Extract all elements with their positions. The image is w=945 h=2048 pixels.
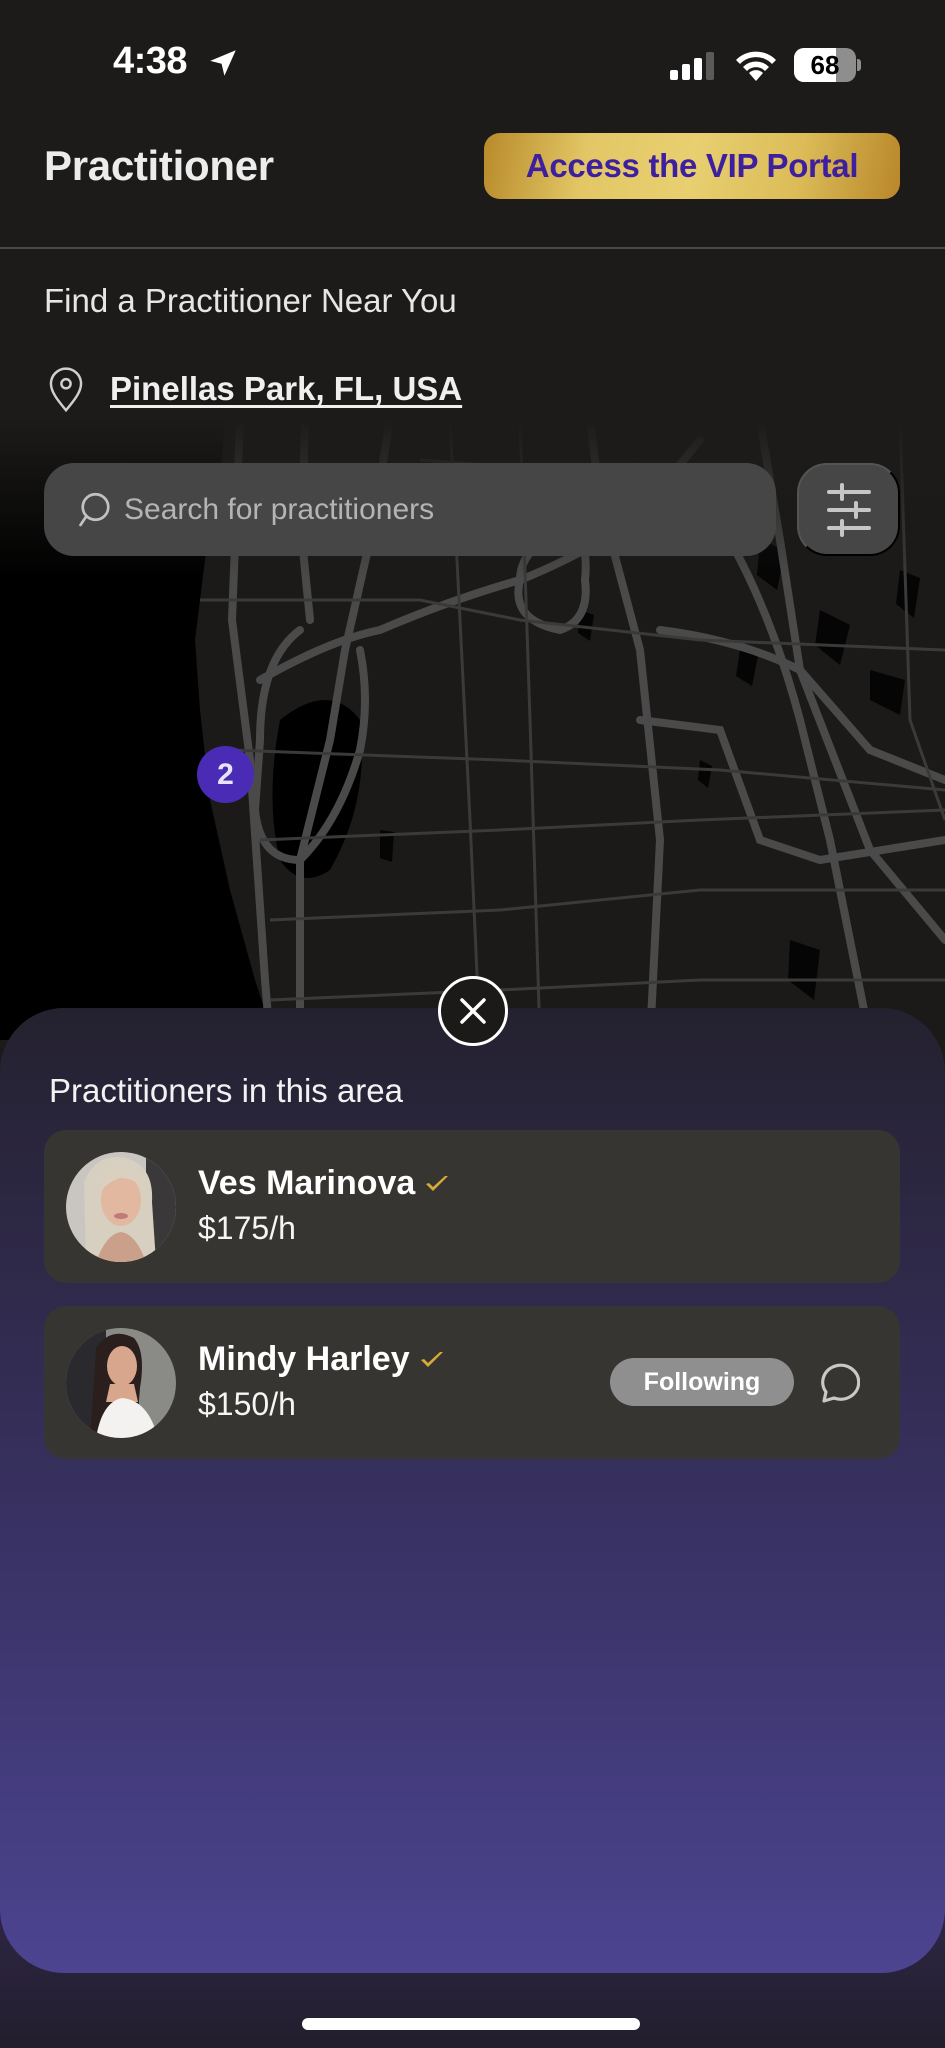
location-selector[interactable]: Pinellas Park, FL, USA	[44, 364, 462, 414]
map-cluster-marker[interactable]: 2	[197, 746, 254, 803]
close-icon	[460, 998, 486, 1024]
following-button[interactable]: Following	[610, 1358, 794, 1406]
close-sheet-button[interactable]	[438, 976, 508, 1046]
cellular-signal-icon	[670, 52, 714, 80]
search-input[interactable]	[124, 492, 724, 527]
avatar	[66, 1328, 176, 1438]
battery-percent: 68	[810, 50, 840, 80]
practitioner-name: Ves Marinova	[198, 1164, 416, 1202]
sheet-title: Practitioners in this area	[49, 1072, 403, 1109]
practitioner-price: $175/h	[198, 1210, 296, 1246]
avatar	[66, 1152, 176, 1262]
page-title: Practitioner	[44, 142, 274, 189]
chat-bubble-icon[interactable]	[814, 1360, 860, 1406]
map-pin-icon	[49, 367, 83, 412]
practitioner-card[interactable]: Mindy Harley $150/h Following	[44, 1306, 900, 1459]
search-icon	[79, 492, 110, 526]
status-time: 4:38	[113, 40, 188, 82]
verified-check-icon	[426, 1175, 449, 1191]
practitioner-name-row: Mindy Harley	[198, 1340, 446, 1379]
location-arrow-icon	[210, 50, 236, 76]
home-indicator[interactable]	[302, 2018, 640, 2030]
practitioner-name: Mindy Harley	[198, 1340, 410, 1378]
search-bar[interactable]	[44, 463, 776, 556]
wifi-icon	[736, 51, 776, 81]
vip-portal-button[interactable]: Access the VIP Portal	[484, 133, 900, 199]
status-bar: 4:38 68	[0, 0, 945, 120]
practitioner-card[interactable]: Ves Marinova $175/h	[44, 1130, 900, 1283]
sliders-icon	[826, 482, 871, 537]
header-divider	[0, 247, 945, 249]
location-link[interactable]: Pinellas Park, FL, USA	[110, 370, 462, 408]
verified-check-icon	[420, 1351, 443, 1367]
battery-indicator: 68	[794, 48, 861, 82]
practitioner-name-row: Ves Marinova	[198, 1164, 451, 1203]
filter-button[interactable]	[797, 463, 900, 556]
find-practitioner-title: Find a Practitioner Near You	[44, 282, 457, 319]
practitioner-price: $150/h	[198, 1386, 296, 1422]
header: Practitioner Access the VIP Portal	[0, 120, 945, 248]
